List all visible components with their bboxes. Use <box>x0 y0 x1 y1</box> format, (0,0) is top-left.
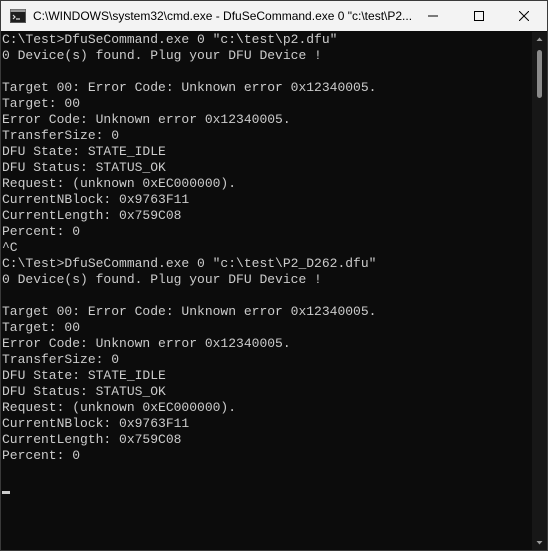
close-icon <box>519 11 529 21</box>
console-line: 0 Device(s) found. Plug your DFU Device … <box>2 272 322 287</box>
maximize-icon <box>474 11 484 21</box>
console-line: ^C <box>2 240 18 255</box>
console-line: Target: 00 <box>2 96 81 111</box>
console-line: 0 Device(s) found. Plug your DFU Device … <box>2 48 322 63</box>
cursor-line <box>2 480 532 496</box>
console-line: Error Code: Unknown error 0x12340005. <box>2 336 291 351</box>
minimize-icon <box>428 15 438 17</box>
console-line: C:\Test>DfuSeCommand.exe 0 "c:\test\P2_D… <box>2 256 377 271</box>
terminal-window: C:\WINDOWS\system32\cmd.exe - DfuSeComma… <box>0 0 548 551</box>
console-line: CurrentNBlock: 0x9763F11 <box>2 192 190 207</box>
window-title: C:\WINDOWS\system32\cmd.exe - DfuSeComma… <box>33 9 413 23</box>
scroll-down-icon[interactable] <box>536 539 543 546</box>
console-line: Request: (unknown 0xEC000000). <box>2 400 237 415</box>
console-line: DFU State: STATE_IDLE <box>2 144 166 159</box>
text-cursor <box>2 491 10 494</box>
scroll-thumb[interactable] <box>537 50 542 98</box>
console-line: TransferSize: 0 <box>2 128 120 143</box>
console-line: Request: (unknown 0xEC000000). <box>2 176 237 191</box>
console-line: Percent: 0 <box>2 448 81 463</box>
console-line: Target: 00 <box>2 320 81 335</box>
console-line: CurrentNBlock: 0x9763F11 <box>2 416 190 431</box>
console-line: CurrentLength: 0x759C08 <box>2 432 182 447</box>
console-output[interactable]: C:\Test>DfuSeCommand.exe 0 "c:\test\p2.d… <box>1 32 532 550</box>
minimize-button[interactable] <box>410 1 456 31</box>
console-line: Target 00: Error Code: Unknown error 0x1… <box>2 304 377 319</box>
console-line: DFU Status: STATUS_OK <box>2 160 166 175</box>
console-line: Target 00: Error Code: Unknown error 0x1… <box>2 80 377 95</box>
maximize-button[interactable] <box>456 1 502 31</box>
console-line: DFU State: STATE_IDLE <box>2 368 166 383</box>
console-line: Percent: 0 <box>2 224 81 239</box>
close-button[interactable] <box>501 1 547 31</box>
console-line: C:\Test>DfuSeCommand.exe 0 "c:\test\p2.d… <box>2 32 338 47</box>
console-line: DFU Status: STATUS_OK <box>2 384 166 399</box>
cmd-icon <box>10 9 26 23</box>
title-bar[interactable]: C:\WINDOWS\system32\cmd.exe - DfuSeComma… <box>1 1 547 31</box>
scroll-up-icon[interactable] <box>536 36 543 43</box>
console-line: TransferSize: 0 <box>2 352 120 367</box>
vertical-scrollbar[interactable] <box>532 32 547 550</box>
console-line: Error Code: Unknown error 0x12340005. <box>2 112 291 127</box>
console-line: CurrentLength: 0x759C08 <box>2 208 182 223</box>
